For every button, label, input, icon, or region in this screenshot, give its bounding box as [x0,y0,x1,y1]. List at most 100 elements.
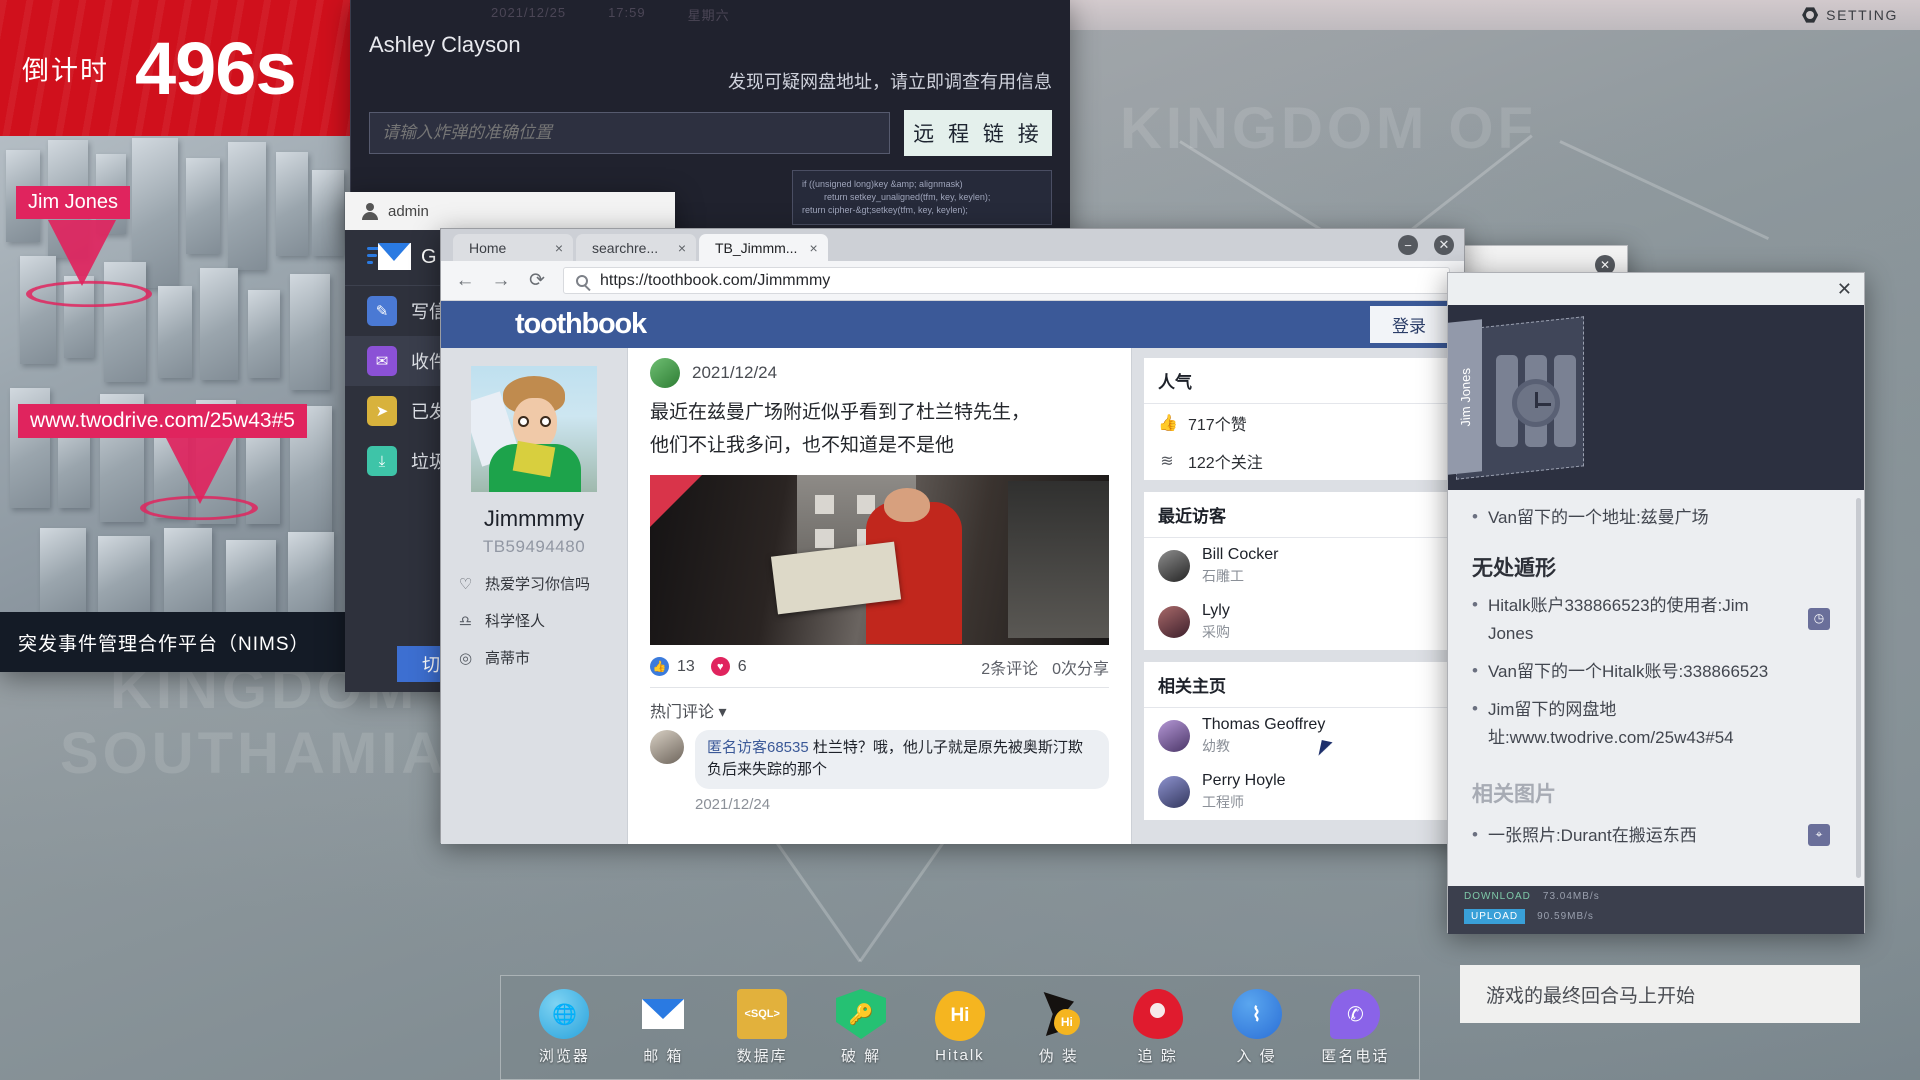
mail-icon [638,989,688,1039]
dock-item-mail[interactable]: 邮 箱 [617,989,709,1066]
tab-close-icon-2[interactable]: × [809,240,817,256]
dock-label-4: Hitalk [935,1047,985,1064]
hero-tab[interactable]: Jim Jones [1448,319,1482,475]
visitor-row[interactable]: Bill Cocker 石雕工 [1144,538,1452,594]
map-marker-label-jim[interactable]: Jim Jones [16,186,131,219]
mail-brand-letter: G [421,246,437,268]
bullet-icon: • [1472,825,1478,845]
url-bar[interactable]: https://toothbook.com/Jimmmmy [563,267,1450,294]
dock-item-disguise[interactable]: Hi 伪 装 [1013,989,1105,1066]
dock-label-3: 破 解 [840,1048,882,1065]
dock-label-6: 追 踪 [1137,1048,1178,1065]
code-snippet: if ((unsigned long)key &amp; alignmask) … [792,170,1052,226]
nims-title: 突发事件管理合作平台（NIMS） [0,612,350,672]
bomb-location-input[interactable] [369,112,890,154]
tab-label-2: TB_Jimmm... [715,239,798,256]
profile-detail-text-2: 高蒂市 [485,650,531,667]
toothbook-logo: toothbook [515,308,647,340]
related-page-row[interactable]: Perry Hoyle 工程师 [1144,764,1452,820]
browser-window: Home × searchre... × TB_Jimmm... × − ✕ ←… [440,228,1465,844]
code-line-3: return cipher-&gt;setkey(tfm, key, keyle… [802,205,968,216]
dock-item-track[interactable]: 追 踪 [1112,989,1204,1066]
mail-account-bar[interactable]: admin [345,192,675,230]
minimize-icon[interactable]: − [1398,235,1418,255]
tab-searchre[interactable]: searchre... × [576,234,696,261]
reload-icon[interactable]: ⟳ [527,269,547,292]
comments-header[interactable]: 热门评论 ▾ [650,698,1109,722]
heart-icon: ♥ [710,657,730,676]
upload-speed-row: UPLOAD 90.59MB/s [1464,909,1848,924]
thumb-up-icon: 👍 [1158,415,1178,432]
comment-item: 匿名访客68535 杜兰特？哦，他儿子就是原先被奥斯汀欺负后来失踪的那个 [650,729,1109,789]
crack-icon: 🔑 [836,989,887,1039]
related-job-0: 幼教 [1202,738,1230,754]
download-speed-row: DOWNLOAD 73.04MB/s [1464,891,1848,902]
clock-pin-icon[interactable]: ◷ [1808,608,1830,631]
dock-item-database[interactable]: <SQL> 数据库 [716,989,808,1066]
note-item[interactable]: • Jim留下的网盘地址:www.twodrive.com/25w43#54 [1472,696,1840,752]
setting-label[interactable]: SETTING [1826,7,1898,23]
clock-date: 2021/12/25 [491,5,567,20]
dock-item-anon-phone[interactable]: ✆ 匿名电话 [1309,989,1401,1066]
anon-phone-icon: ✆ [1330,989,1381,1039]
tab-tb-jimmmmy[interactable]: TB_Jimmm... × [699,234,828,261]
code-line-2: return setkey_unaligned(tfm, key, keylen… [824,192,991,203]
countdown-banner: 倒计时 496s [0,0,350,136]
dock-item-crack[interactable]: 🔑 破 解 [815,989,907,1066]
tab-close-icon-1[interactable]: × [678,240,686,256]
post-date: 2021/12/24 [692,363,778,382]
post-author-avatar [650,358,680,388]
notes-body[interactable]: • Van留下的一个地址:兹曼广场 无处遁形 • Hitalk账户3388665… [1448,490,1864,886]
comment-author[interactable]: 匿名访客68535 [707,739,809,756]
comment-date: 2021/12/24 [695,795,771,813]
close-icon[interactable]: ✕ [1837,279,1852,300]
dock-item-invade[interactable]: ⌇ 入 侵 [1211,989,1303,1066]
visitor-row[interactable]: Lyly 采购 [1144,594,1452,650]
note-item[interactable]: • Van留下的一个地址:兹曼广场 [1472,504,1840,532]
post-share-count[interactable]: 0次分享 [1052,655,1109,679]
dock-item-hitalk[interactable]: Hi Hitalk [914,991,1006,1064]
map-marker-label-url[interactable]: www.twodrive.com/25w43#5 [18,404,307,438]
post-comment-count[interactable]: 2条评论 [981,655,1038,679]
profile-detail-text-0: 热爱学习你信吗 [485,576,591,593]
post-feed: 2021/12/24 最近在兹曼广场附近似乎看到了杜兰特先生， 他们不让我多问，… [627,348,1132,844]
notes-section-title-2: 相关图片 [1472,783,1556,807]
bullet-icon: • [1472,699,1478,719]
sent-icon: ➤ [367,396,397,426]
message-sender: Ashley Clayson [369,32,521,57]
note-item[interactable]: • Hitalk账户338866523的使用者:Jim Jones ◷ [1472,592,1840,648]
url-text: https://toothbook.com/Jimmmmy [600,271,831,289]
notes-scrollbar[interactable] [1856,498,1861,878]
notes-footer-text: 游戏的最终回合马上开始 [1486,985,1696,1007]
comment-bubble: 匿名访客68535 杜兰特？哦，他儿子就是原先被奥斯汀欺负后来失踪的那个 [695,729,1109,789]
comment-avatar [650,729,684,764]
inbox-icon: ✉ [367,346,397,376]
dock-label-8: 匿名电话 [1321,1048,1390,1065]
forward-icon[interactable]: → [491,270,511,292]
back-icon[interactable]: ← [455,270,475,292]
desktop: KINGDOM OF KINGDOM SOUTHAMIA SETTING 倒计时… [0,0,1920,1080]
heart-icon: ♡ [458,575,473,593]
browser-icon: 🌐 [539,989,590,1039]
browser-window-controls: − ✕ [1398,235,1454,255]
tab-close-icon-0[interactable]: × [555,240,563,256]
login-button[interactable]: 登录 [1370,306,1448,343]
related-page-row[interactable]: Thomas Geoffrey 幼教 [1144,708,1452,764]
related-name-1: Perry Hoyle [1202,772,1286,789]
dock-label-5: 伪 装 [1038,1048,1079,1065]
location-pin-icon[interactable]: ⌖ [1808,824,1830,847]
city-3d-map[interactable]: Jim Jones www.twodrive.com/25w43#5 [0,136,350,612]
gear-icon[interactable] [1802,7,1819,23]
dock-label-1: 邮 箱 [643,1048,684,1065]
close-icon[interactable]: ✕ [1434,235,1454,255]
tab-home[interactable]: Home × [453,234,573,261]
dock-item-browser[interactable]: 🌐 浏览器 [518,989,610,1066]
note-item[interactable]: • 一张照片:Durant在搬运东西 ⌖ [1472,822,1840,850]
tie-icon: ♎ [458,612,473,630]
post-image[interactable]: ★ [650,474,1109,645]
download-label: DOWNLOAD [1464,891,1531,902]
invade-icon: ⌇ [1231,989,1282,1039]
countdown-label: 倒计时 [22,55,109,86]
note-item[interactable]: • Van留下的一个Hitalk账号:338866523 [1472,658,1840,686]
remote-link-button[interactable]: 远 程 链 接 [904,110,1052,156]
